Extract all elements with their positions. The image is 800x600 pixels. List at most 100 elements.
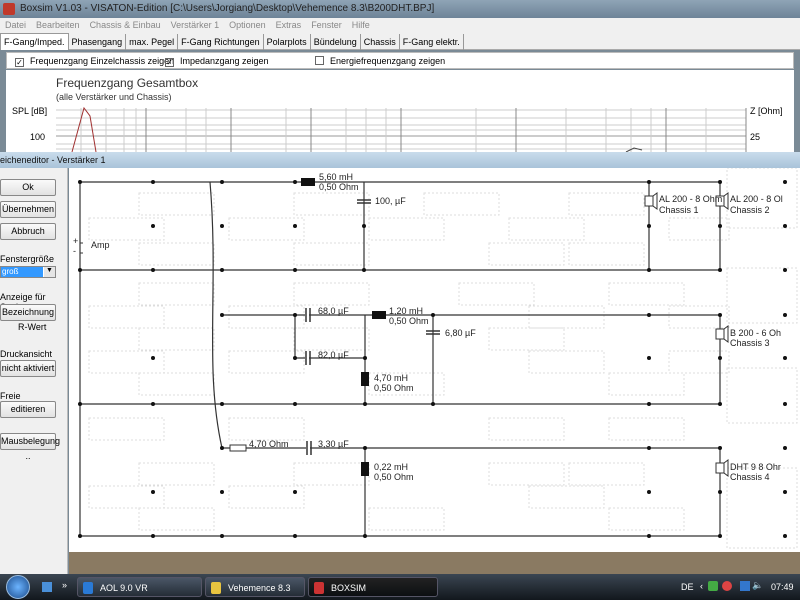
quicklaunch-more[interactable]: » — [62, 580, 67, 590]
task-label: AOL 9.0 VR — [100, 583, 148, 593]
placeholder-grid — [88, 168, 798, 549]
inductor-l1-resistance[interactable]: 0,50 Ohm — [319, 182, 359, 192]
aol-icon — [83, 582, 93, 594]
amp-label: Amp — [91, 240, 110, 250]
taskbar: » AOL 9.0 VR Vehemence 8.3 BOXSIM DE ‹ 🔈… — [0, 574, 800, 600]
tab-chassis[interactable]: Chassis — [361, 34, 400, 50]
amp-minus-terminal: - — [73, 246, 76, 256]
boxsim-icon — [314, 582, 324, 594]
tab-polarplots[interactable]: Polarplots — [264, 34, 311, 50]
dialog-title: eicheneditor - Verstärker 1 — [0, 155, 106, 165]
inductor-l3-icon — [361, 372, 369, 386]
speaker-1-name[interactable]: Chassis 1 — [659, 205, 699, 215]
task-label: Vehemence 8.3 — [228, 583, 291, 593]
apply-button[interactable]: Übernehmen — [0, 201, 56, 218]
menu-fenster[interactable]: Fenster — [306, 18, 347, 32]
checkbox-label: Frequenzgang Einzelchassis zeigen — [30, 56, 175, 66]
ok-button[interactable]: Ok — [0, 179, 56, 196]
mouse-mapping-button[interactable]: Mausbelegung .. — [0, 433, 60, 461]
title-bar: Boxsim V1.03 - VISATON-Edition [C:\Users… — [0, 0, 800, 18]
checkbox-einzelchassis[interactable]: ✓ Frequenzgang Einzelchassis zeigen — [15, 56, 174, 67]
tab-fgang-elektr[interactable]: F-Gang elektr. — [400, 34, 464, 50]
menu-bearbeiten[interactable]: Bearbeiten — [31, 18, 85, 32]
show-desktop-icon[interactable] — [42, 582, 52, 592]
window-size-select[interactable]: groß ▼ — [0, 266, 56, 278]
tray-expand-icon[interactable]: ‹ — [700, 581, 703, 591]
inductor-l1-value[interactable]: 5,60 mH — [319, 172, 353, 182]
print-view-label: Druckansicht — [0, 349, 53, 359]
inductor-l3-resistance[interactable]: 0,50 Ohm — [374, 383, 414, 393]
capacitor-c4-value[interactable]: 82,0 µF — [318, 350, 349, 360]
tab-bar: F-Gang/Imped. Phasengang max. Pegel F-Gang … — [0, 33, 800, 50]
taskbar-item-vehemence[interactable]: Vehemence 8.3 — [205, 577, 305, 597]
inductor-l4-icon — [361, 462, 369, 476]
checkbox-energie[interactable]: Energiefrequenzgang zeigen — [315, 56, 445, 66]
menu-verstaerker[interactable]: Verstärker 1 — [166, 18, 225, 32]
display-options: ✓ Frequenzgang Einzelchassis zeigen ✓ Impe… — [6, 52, 794, 69]
capacitor-c5-value[interactable]: 3,30 µF — [318, 439, 349, 449]
tab-fgang-imped[interactable]: F-Gang/Imped. — [0, 33, 69, 50]
coil-bezeichnung-button[interactable]: Bezeichnung — [0, 304, 56, 321]
checkbox-impedanz[interactable]: ✓ Impedanzgang zeigen — [165, 56, 269, 67]
chart-plot — [56, 106, 747, 152]
amp-plus-terminal: + — [73, 236, 79, 246]
tab-max-pegel[interactable]: max. Pegel — [126, 34, 179, 50]
dialog-title-bar: eicheneditor - Verstärker 1 — [0, 152, 800, 168]
checkbox-label: Energiefrequenzgang zeigen — [330, 56, 446, 66]
circuit-canvas[interactable]: + - Amp 5,60 mH 0,50 Ohm 100, µF 68,0 µF… — [69, 168, 800, 552]
checkmark-icon: ✓ — [165, 58, 174, 67]
window-size-value: groß — [1, 267, 43, 277]
speaker-3-model[interactable]: B 200 - 6 Oh — [730, 328, 781, 338]
security-alert-icon[interactable] — [722, 581, 732, 591]
inductor-l4-value[interactable]: 0,22 mH — [374, 462, 408, 472]
clock[interactable]: 07:49 — [771, 582, 794, 592]
desktop-background — [69, 552, 800, 574]
inductor-l3-value[interactable]: 4,70 mH — [374, 373, 408, 383]
inductor-l4-resistance[interactable]: 0,50 Ohm — [374, 472, 414, 482]
tab-phasengang[interactable]: Phasengang — [69, 34, 127, 50]
network-icon[interactable] — [708, 581, 718, 591]
speaker-3-name[interactable]: Chassis 3 — [730, 338, 770, 348]
capacitor-c3-value[interactable]: 6,80 µF — [445, 328, 476, 338]
cancel-button[interactable]: Abbruch — [0, 223, 56, 240]
inductor-l1-icon — [301, 178, 315, 186]
inductor-l2-value[interactable]: 1,20 mH — [389, 306, 423, 316]
resistor-r1-icon — [229, 444, 247, 452]
frequency-chart: Frequenzgang Gesamtbox (alle Verstärker … — [6, 70, 794, 152]
menu-datei[interactable]: Datei — [0, 18, 31, 32]
volume-icon[interactable]: 🔈 — [752, 580, 763, 591]
edit-connections-button[interactable]: editieren — [0, 401, 56, 418]
print-view-button[interactable]: nicht aktiviert — [0, 360, 56, 377]
tab-fgang-richtungen[interactable]: F-Gang Richtungen — [178, 34, 264, 50]
boxsim-app-icon — [3, 3, 15, 15]
editor-side-panel: Ok Übernehmen Abbruch Fenstergröße groß … — [0, 168, 68, 574]
language-indicator[interactable]: DE — [681, 582, 694, 592]
tray-app-icon[interactable] — [740, 581, 750, 591]
taskbar-item-aol[interactable]: AOL 9.0 VR — [77, 577, 202, 597]
speaker-4-name[interactable]: Chassis 4 — [730, 472, 770, 482]
circuit-schematic — [78, 168, 798, 549]
capacitor-c1-value[interactable]: 100, µF — [375, 196, 406, 206]
tab-buendelung[interactable]: Bündelung — [311, 34, 361, 50]
window-size-label: Fenstergröße — [0, 254, 55, 264]
menu-optionen[interactable]: Optionen — [224, 18, 271, 32]
menu-hilfe[interactable]: Hilfe — [347, 18, 375, 32]
menu-chassis[interactable]: Chassis & Einbau — [85, 18, 166, 32]
menu-bar: Datei Bearbeiten Chassis & Einbau Verstärke… — [0, 18, 800, 33]
coil-rwert-option[interactable]: R-Wert — [18, 322, 46, 332]
folder-icon — [211, 582, 221, 594]
capacitor-c2-value[interactable]: 68,0 µF — [318, 306, 349, 316]
window-title: Boxsim V1.03 - VISATON-Edition [C:\Users… — [20, 3, 435, 14]
speaker-1-model[interactable]: AL 200 - 8 Ohm — [659, 194, 722, 204]
speaker-4-model[interactable]: DHT 9 8 Ohr — [730, 462, 781, 472]
resistor-r1-value[interactable]: 4,70 Ohm — [249, 439, 289, 449]
speaker-2-name[interactable]: Chassis 2 — [730, 205, 770, 215]
chevron-down-icon[interactable]: ▼ — [44, 267, 55, 277]
checkbox-label: Impedanzgang zeigen — [180, 56, 269, 66]
menu-extras[interactable]: Extras — [271, 18, 307, 32]
speaker-2-model[interactable]: AL 200 - 8 Ol — [730, 194, 783, 204]
start-button[interactable] — [6, 575, 30, 599]
taskbar-item-boxsim[interactable]: BOXSIM — [308, 577, 438, 597]
inductor-l2-resistance[interactable]: 0,50 Ohm — [389, 316, 429, 326]
wires — [79, 181, 721, 537]
